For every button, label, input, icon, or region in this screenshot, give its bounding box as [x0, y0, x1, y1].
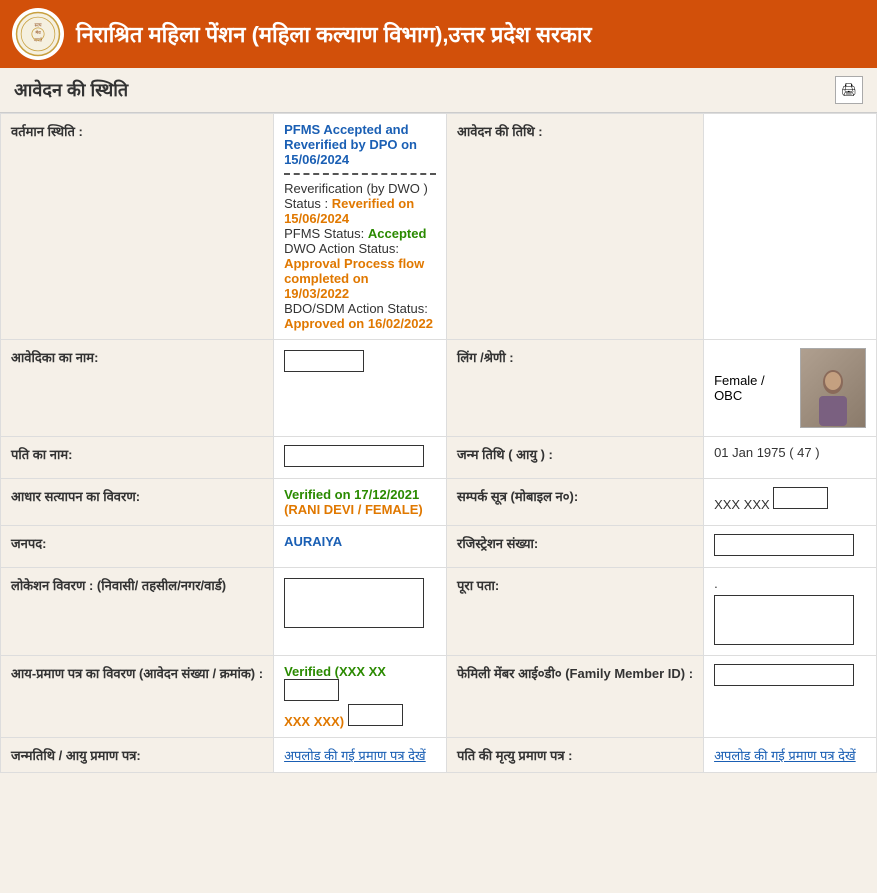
applicant-name-value: [274, 340, 447, 437]
sub-header-title: आवेदन की स्थिति: [14, 78, 128, 102]
sub-header: आवेदन की स्थिति 🖨: [0, 68, 877, 113]
husband-redacted: [284, 445, 424, 467]
family-id-redacted: [714, 664, 854, 686]
current-status-value: PFMS Accepted and Reverified by DPO on 1…: [274, 114, 447, 340]
husband-dob-row: पति का नाम: जन्म तिथि ( आयु ) : 01 Jan 1…: [1, 437, 877, 479]
applicant-photo: [800, 348, 866, 428]
pfms-status-text: PFMS Accepted and Reverified by DPO on 1…: [284, 122, 436, 167]
full-address-value: .: [704, 568, 877, 656]
name-redacted: [284, 350, 364, 372]
current-status-label: वर्तमान स्थिति :: [1, 114, 274, 340]
aadhar-verified: Verified on 17/12/2021: [284, 487, 436, 502]
husband-label: पति का नाम:: [1, 437, 274, 479]
header: सत्य मेव जयते निराश्रित महिला पेंशन (महि…: [0, 0, 877, 68]
reverification-label: Reverification (by DWO ): [284, 181, 436, 196]
bdo-action-value: Approved on 16/02/2022: [284, 316, 436, 331]
location-address-row: लोकेशन विवरण : (निवासी/ तहसील/नगर/वार्ड)…: [1, 568, 877, 656]
applicant-name-label: आवेदिका का नाम:: [1, 340, 274, 437]
address-dot: .: [714, 576, 718, 591]
husband-value: [274, 437, 447, 479]
divider: [284, 173, 436, 175]
reverification-status-value: Reverified on 15/06/2024: [284, 196, 414, 226]
name-gender-row: आवेदिका का नाम: लिंग /श्रेणी : Female / …: [1, 340, 877, 437]
gender-value-cell: Female / OBC: [704, 340, 877, 437]
app-date-label: आवेदन की तिथि :: [447, 114, 704, 340]
header-title: निराश्रित महिला पेंशन (महिला कल्याण विभा…: [76, 19, 592, 49]
aadhar-value: Verified on 17/12/2021 (RANI DEVI / FEMA…: [274, 479, 447, 526]
registration-label: रजिस्ट्रेशन संख्या:: [447, 526, 704, 568]
family-id-label: फेमिली मेंबर आई०डी० (Family Member ID) :: [447, 656, 704, 738]
mobile-value: XXX XXX: [704, 479, 877, 526]
district-registration-row: जनपद: AURAIYA रजिस्ट्रेशन संख्या:: [1, 526, 877, 568]
app-date-value: [704, 114, 877, 340]
logo: सत्य मेव जयते: [12, 8, 64, 60]
full-address-label: पूरा पता:: [447, 568, 704, 656]
location-value: [274, 568, 447, 656]
address-redacted: [714, 595, 854, 645]
income-family-row: आय-प्रमाण पत्र का विवरण (आवेदन संख्या / …: [1, 656, 877, 738]
main-content: वर्तमान स्थिति : PFMS Accepted and Rever…: [0, 113, 877, 773]
district-label: जनपद:: [1, 526, 274, 568]
gender-label: लिंग /श्रेणी :: [447, 340, 704, 437]
aadhar-label: आधार सत्यापन का विवरण:: [1, 479, 274, 526]
mobile-label: सम्पर्क सूत्र (मोबाइल न०):: [447, 479, 704, 526]
registration-redacted: [714, 534, 854, 556]
dob-proof-label: जन्मतिथि / आयु प्रमाण पत्र:: [1, 738, 274, 773]
location-redacted: [284, 578, 424, 628]
svg-text:सत्य: सत्य: [34, 22, 41, 27]
income-value: Verified (XXX XX XXX XXX): [274, 656, 447, 738]
dob-proof-link[interactable]: अपलोड की गई प्रमाण पत्र देखें: [284, 748, 426, 763]
status-row: वर्तमान स्थिति : PFMS Accepted and Rever…: [1, 114, 877, 340]
svg-text:मेव: मेव: [35, 29, 41, 35]
income-redacted1: [284, 679, 339, 701]
registration-value: [704, 526, 877, 568]
income-redacted2: [348, 704, 403, 726]
gender-value: Female / OBC: [714, 373, 792, 403]
pfms-accepted: Accepted: [368, 226, 427, 241]
bdo-action-label: BDO/SDM Action Status:: [284, 301, 436, 316]
aadhar-mobile-row: आधार सत्यापन का विवरण: Verified on 17/12…: [1, 479, 877, 526]
print-icon[interactable]: 🖨: [835, 76, 863, 104]
aadhar-name: (RANI DEVI / FEMALE): [284, 502, 436, 517]
income-suffix: XXX XXX): [284, 714, 344, 729]
income-label: आय-प्रमाण पत्र का विवरण (आवेदन संख्या / …: [1, 656, 274, 738]
location-label: लोकेशन विवरण : (निवासी/ तहसील/नगर/वार्ड): [1, 568, 274, 656]
income-verified: Verified (XXX XX: [284, 664, 386, 679]
husband-death-value: अपलोड की गई प्रमाण पत्र देखें: [704, 738, 877, 773]
dob-value: 01 Jan 1975 ( 47 ): [704, 437, 877, 479]
dob-label: जन्म तिथि ( आयु ) :: [447, 437, 704, 479]
district-name: AURAIYA: [284, 534, 342, 549]
family-id-value: [704, 656, 877, 738]
info-table: वर्तमान स्थिति : PFMS Accepted and Rever…: [0, 113, 877, 773]
husband-death-link[interactable]: अपलोड की गई प्रमाण पत्र देखें: [714, 748, 856, 763]
husband-death-label: पति की मृत्यु प्रमाण पत्र :: [447, 738, 704, 773]
dob-proof-value: अपलोड की गई प्रमाण पत्र देखें: [274, 738, 447, 773]
proof-documents-row: जन्मतिथि / आयु प्रमाण पत्र: अपलोड की गई …: [1, 738, 877, 773]
dwo-action-value: Approval Process flow completed on 19/03…: [284, 256, 436, 301]
pfms-status-row: PFMS Status: Accepted: [284, 226, 436, 241]
district-value: AURAIYA: [274, 526, 447, 568]
mobile-redacted: [773, 487, 828, 509]
dwo-action-label: DWO Action Status:: [284, 241, 436, 256]
mobile-prefix: XXX XXX: [714, 497, 770, 512]
reverification-status: Status : Reverified on 15/06/2024: [284, 196, 436, 226]
